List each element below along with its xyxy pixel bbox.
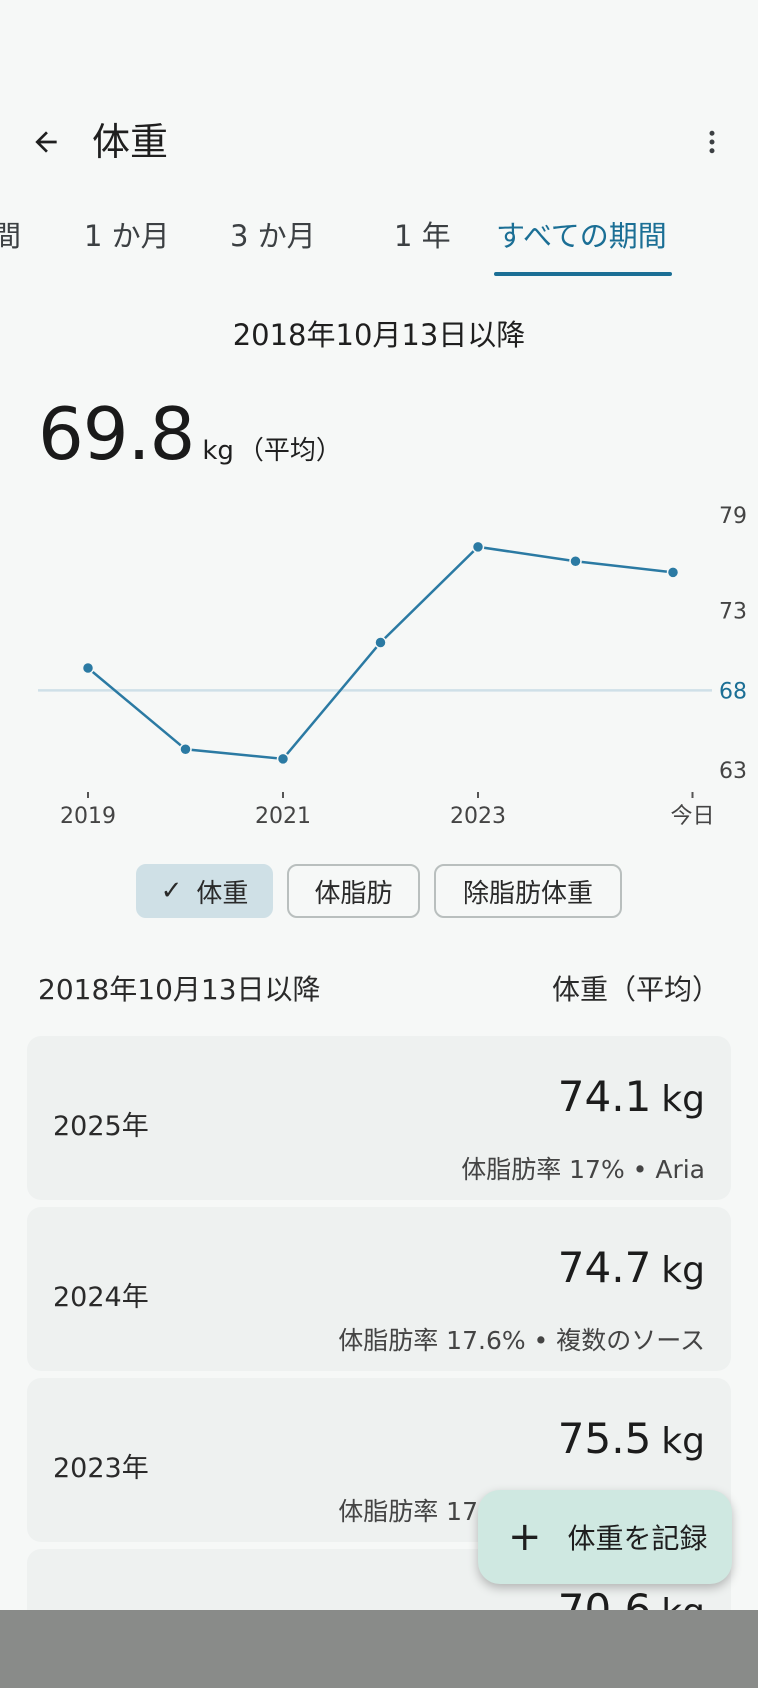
record-details: 体脂肪率 17.6% • 複数のソース — [338, 1326, 705, 1355]
data-point — [81, 661, 95, 675]
y-tick-label: 63 — [719, 759, 747, 784]
average-weight: 69.8 kg （平均） — [38, 392, 342, 476]
y-tick-label: 73 — [719, 600, 747, 625]
tab-1-month[interactable]: 1 か月 — [84, 216, 170, 256]
period-range-label: 2018年10月13日以降 — [232, 318, 526, 352]
x-tick-label: 2021 — [255, 804, 311, 829]
record-value-number: 74.7 — [557, 1243, 652, 1292]
data-point — [471, 540, 485, 554]
tab-1-year[interactable]: 1 年 — [394, 216, 451, 256]
record-card[interactable]: 2024年 74.7 kg 体脂肪率 17.6% • 複数のソース — [27, 1207, 731, 1371]
x-tick-label: 2019 — [60, 804, 116, 829]
x-tick-label: 2023 — [450, 804, 506, 829]
arrow-back-icon — [35, 131, 57, 153]
record-year: 2025年 — [53, 1111, 149, 1142]
chip-lean-mass-label: 除脂肪体重 — [462, 878, 593, 909]
chip-weight-label: 体重 — [196, 878, 249, 909]
page-title: 体重 — [92, 120, 169, 164]
weight-chart-svg: 79 73 68 63 2019 2021 2023 今日 — [38, 504, 747, 829]
record-year: 2023年 — [53, 1453, 149, 1484]
record-year: 2024年 — [53, 1282, 149, 1313]
tab-indicator — [494, 272, 672, 276]
data-point — [374, 636, 387, 649]
average-value: 69.8 — [38, 392, 195, 476]
record-value-number: 74.1 — [557, 1072, 652, 1121]
tab-all-time[interactable]: すべての期間 — [496, 216, 667, 256]
data-point — [179, 743, 192, 756]
system-nav-scrim — [0, 1610, 758, 1688]
record-value-unit: kg — [661, 1079, 705, 1120]
plus-icon: + — [508, 1514, 542, 1560]
x-tick-label: 今日 — [670, 804, 714, 829]
app-bar: 体重 — [0, 100, 758, 184]
back-button[interactable] — [22, 118, 70, 166]
data-point — [666, 566, 680, 579]
chip-body-fat-label: 体脂肪 — [314, 878, 393, 909]
list-header-range: 2018年10月13日以降 — [38, 973, 321, 1006]
average-suffix: （平均） — [237, 436, 342, 466]
tab-3-months[interactable]: 3 か月 — [230, 216, 316, 256]
record-value: 74.7 kg — [558, 1243, 705, 1292]
weight-series-line — [87, 545, 674, 761]
list-header: 2018年10月13日以降 体重（平均） — [38, 964, 720, 1008]
chip-lean-mass[interactable]: 除脂肪体重 — [434, 864, 622, 918]
record-value: 75.5 kg — [558, 1414, 705, 1463]
record-value-unit: kg — [661, 1421, 705, 1462]
tab-week[interactable]: 間 — [0, 216, 21, 256]
chip-body-fat[interactable]: 体脂肪 — [287, 864, 420, 918]
data-point — [276, 752, 290, 766]
record-value: 74.1 kg — [558, 1072, 705, 1121]
check-icon: ✓ — [160, 876, 183, 906]
fab-label: 体重を記録 — [567, 1522, 708, 1555]
metric-chips: ✓ 体重 体脂肪 除脂肪体重 — [0, 864, 758, 918]
record-details: 体脂肪率 17% • Aria — [461, 1155, 705, 1184]
chip-weight[interactable]: ✓ 体重 — [136, 864, 273, 918]
y-tick-label: 79 — [719, 504, 747, 529]
list-header-metric: 体重（平均） — [551, 973, 720, 1006]
record-value-unit: kg — [661, 1250, 705, 1291]
record-value-number: 75.5 — [557, 1414, 652, 1463]
average-unit: kg — [202, 436, 234, 466]
y-tick-label: 68 — [719, 679, 747, 704]
more-options-button[interactable] — [688, 118, 736, 166]
record-card[interactable]: 2025年 74.1 kg 体脂肪率 17% • Aria — [27, 1036, 731, 1200]
log-weight-fab[interactable]: + 体重を記録 — [478, 1490, 732, 1584]
data-point — [569, 554, 582, 568]
weight-chart[interactable]: 79 73 68 63 2019 2021 2023 今日 — [0, 490, 758, 840]
period-tabs: 間 1 か月 3 か月 1 年 すべての期間 — [0, 206, 758, 278]
more-vert-icon — [709, 130, 715, 154]
